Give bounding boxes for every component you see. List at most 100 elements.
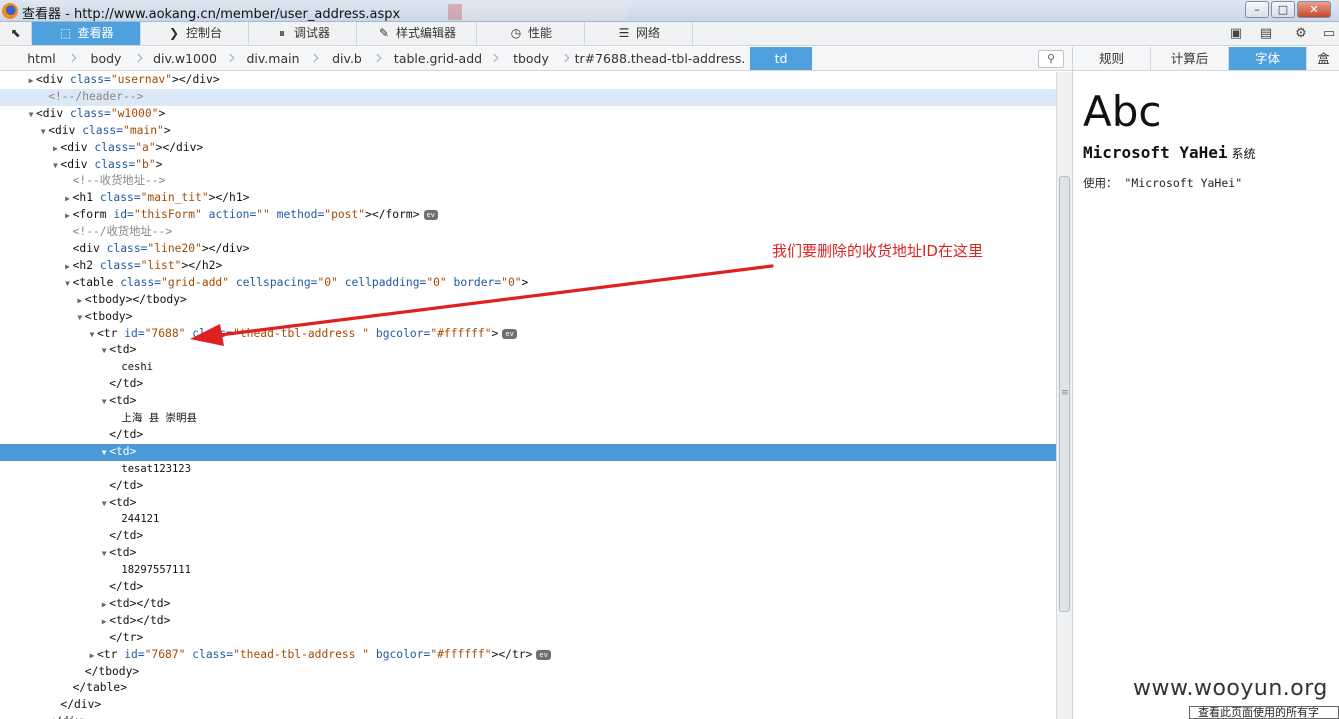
background-browser-tab[interactable]	[448, 4, 628, 20]
search-button[interactable]: ⚲	[1038, 50, 1064, 68]
tree-row[interactable]: 244121	[0, 511, 1056, 528]
tree-row[interactable]: ▼ <div class="main">	[0, 123, 1056, 140]
minimize-button[interactable]: –	[1245, 1, 1269, 18]
breadcrumb-item-active[interactable]: td	[750, 47, 812, 70]
tree-row[interactable]: ▶ <div class="usernav"></div>	[0, 72, 1056, 89]
tree-row[interactable]: </td>	[0, 376, 1056, 393]
breadcrumb-item[interactable]: div.w1000	[145, 47, 225, 70]
pick-element-button[interactable]: ⬉	[0, 22, 32, 45]
maximize-button[interactable]: □	[1271, 1, 1295, 18]
tree-row[interactable]: <!--/收货地址-->	[0, 224, 1056, 241]
tab-console[interactable]: ❯ 控制台	[141, 22, 249, 45]
markup-tag: <td></td>	[109, 613, 171, 627]
expanded-twisty-icon[interactable]: ▼	[99, 343, 109, 360]
tree-row[interactable]: ▶ <div class="a"></div>	[0, 140, 1056, 157]
tree-row-selected[interactable]: ▼ <td>	[0, 443, 1056, 462]
tree-row[interactable]: </td>	[0, 579, 1056, 596]
tree-row[interactable]: <!--/header-->	[0, 88, 1056, 106]
tree-row[interactable]: ▼ <tbody>	[0, 309, 1056, 326]
tree-row[interactable]: </td>	[0, 478, 1056, 495]
tab-inspector[interactable]: ⬚ 查看器	[32, 22, 141, 45]
tab-debugger[interactable]: ⏸ 调试器	[249, 22, 357, 45]
expanded-twisty-icon[interactable]: ▼	[99, 546, 109, 563]
close-button[interactable]: ✕	[1297, 1, 1331, 18]
tree-row[interactable]: <!--收货地址-->	[0, 173, 1056, 190]
settings-button[interactable]: ⚙	[1292, 25, 1310, 43]
tree-row[interactable]: ▼ <td>	[0, 393, 1056, 410]
breadcrumb-item[interactable]: html	[14, 47, 69, 70]
tab-fonts[interactable]: 字体	[1229, 47, 1307, 70]
breadcrumb-item[interactable]: table.grid-add	[386, 47, 490, 70]
collapsed-twisty-icon[interactable]: ▶	[99, 597, 109, 614]
collapsed-twisty-icon[interactable]: ▶	[26, 73, 36, 90]
tree-row[interactable]: ▼ <td>	[0, 495, 1056, 512]
tree-row[interactable]: ▶ <h1 class="main_tit"></h1>	[0, 190, 1056, 207]
tree-row[interactable]: ▶ <form id="thisForm" action="" method="p…	[0, 207, 1056, 224]
tree-row[interactable]: ▼ <td>	[0, 342, 1056, 359]
tab-style-editor[interactable]: ✎ 样式编辑器	[357, 22, 477, 45]
tree-row[interactable]: </tbody>	[0, 664, 1056, 681]
tab-rules[interactable]: 规则	[1073, 47, 1151, 70]
event-badge[interactable]: ev	[536, 649, 551, 660]
vertical-scrollbar[interactable]: ≡	[1056, 72, 1072, 719]
tab-computed[interactable]: 计算后	[1151, 47, 1229, 70]
split-console-button[interactable]: ▣	[1227, 25, 1245, 43]
expanded-twisty-icon[interactable]: ▼	[75, 310, 85, 327]
collapsed-twisty-icon[interactable]: ▶	[75, 293, 85, 310]
tree-row[interactable]: </tr>	[0, 630, 1056, 647]
tree-row[interactable]: ▼ <tr id="7688" class="thead-tbl-address …	[0, 326, 1056, 343]
expanded-twisty-icon[interactable]: ▼	[87, 327, 97, 344]
responsive-mode-button[interactable]: ▤	[1257, 25, 1275, 43]
tree-row[interactable]: 上海 县 崇明县	[0, 410, 1056, 427]
tree-row[interactable]: ceshi	[0, 359, 1056, 376]
breadcrumb-item[interactable]: tr#7688.thead-tbl-address.	[573, 47, 747, 70]
expanded-twisty-icon[interactable]: ▼	[99, 445, 109, 462]
tab-network[interactable]: ☰ 网络	[585, 22, 693, 45]
tree-row[interactable]: ▼ <td>	[0, 545, 1056, 562]
tree-row[interactable]: ▶ <td></td>	[0, 596, 1056, 613]
breadcrumb-separator-icon: ›	[228, 45, 236, 69]
breadcrumb-item[interactable]: tbody	[502, 47, 560, 70]
tree-row[interactable]: ▼ <div class="b">	[0, 157, 1056, 174]
expanded-twisty-icon[interactable]: ▼	[50, 158, 60, 175]
tab-box-model[interactable]: 盒	[1307, 47, 1339, 70]
tree-row[interactable]: tesat123123	[0, 461, 1056, 478]
collapsed-twisty-icon[interactable]: ▶	[63, 191, 73, 208]
expanded-twisty-icon[interactable]: ▼	[38, 124, 48, 141]
collapsed-twisty-icon[interactable]: ▶	[50, 141, 60, 158]
dock-button[interactable]: ▭	[1320, 25, 1338, 43]
breadcrumb-item[interactable]: div.b	[322, 47, 372, 70]
tree-row[interactable]: ▶ <tbody></tbody>	[0, 292, 1056, 309]
expanded-twisty-icon[interactable]: ▼	[99, 394, 109, 411]
tree-row[interactable]: </div>	[0, 697, 1056, 714]
collapsed-twisty-icon[interactable]: ▶	[63, 259, 73, 276]
markup-tag: <td>	[109, 394, 137, 408]
breadcrumb-item[interactable]: body	[78, 47, 134, 70]
tree-row[interactable]: </div>	[0, 714, 1056, 719]
markup-attr: class=	[120, 275, 162, 289]
collapsed-twisty-icon[interactable]: ▶	[99, 614, 109, 631]
expanded-twisty-icon[interactable]: ▼	[63, 276, 73, 293]
collapsed-twisty-icon[interactable]: ▶	[87, 648, 97, 665]
breadcrumb-separator-icon: ›	[492, 45, 500, 69]
event-badge[interactable]: ev	[502, 328, 517, 339]
expanded-twisty-icon[interactable]: ▼	[99, 496, 109, 513]
collapsed-twisty-icon[interactable]: ▶	[63, 208, 73, 225]
tree-row[interactable]: 18297557111	[0, 562, 1056, 579]
expanded-twisty-icon[interactable]: ▼	[26, 107, 36, 124]
tree-row[interactable]: ▶ <td></td>	[0, 613, 1056, 630]
scrollbar-thumb[interactable]: ≡	[1059, 176, 1070, 612]
tree-row[interactable]: ▶ <tr id="7687" class="thead-tbl-address …	[0, 647, 1056, 664]
tree-row[interactable]: </td>	[0, 528, 1056, 545]
markup-cmt: <!--收货地址-->	[72, 174, 166, 188]
markup-tree[interactable]: ▶ <div class="usernav"></div> <!--/header…	[0, 72, 1056, 719]
window-titlebar: 查看器 - http://www.aokang.cn/member/user_a…	[0, 0, 1339, 22]
tree-row[interactable]: </td>	[0, 427, 1056, 444]
tab-performance[interactable]: ◷ 性能	[477, 22, 585, 45]
breadcrumb-item[interactable]: div.main	[238, 47, 308, 70]
tree-row[interactable]: </table>	[0, 680, 1056, 697]
tree-row[interactable]: ▼ <table class="grid-add" cellspacing="0"…	[0, 275, 1056, 292]
event-badge[interactable]: ev	[423, 210, 438, 221]
tree-row[interactable]: ▼ <div class="w1000">	[0, 106, 1056, 123]
